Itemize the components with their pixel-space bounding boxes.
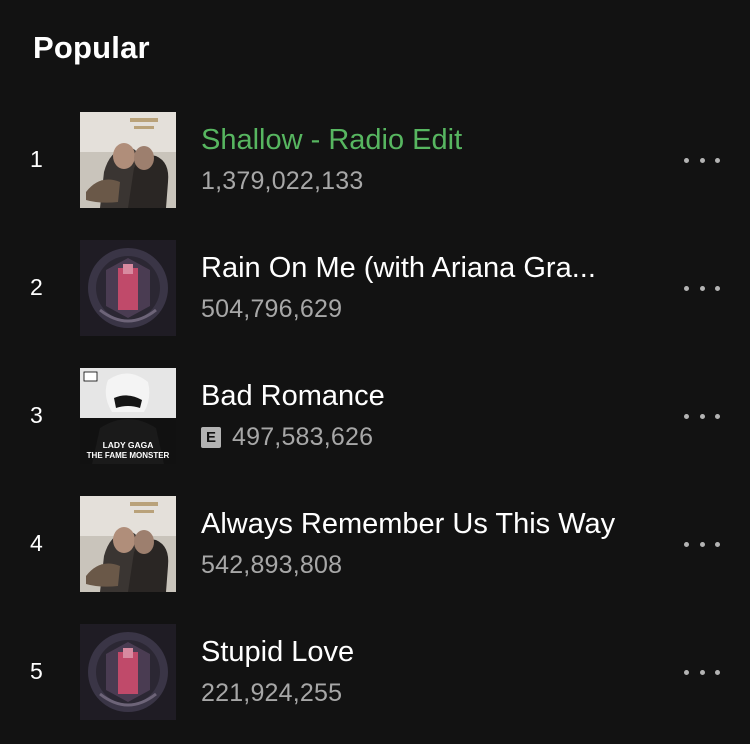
cover-text: LADY GAGA	[103, 440, 154, 450]
album-cover-chromatica	[80, 624, 176, 720]
track-number: 4	[30, 530, 43, 556]
dot	[684, 285, 689, 291]
track-number: 1	[30, 146, 43, 172]
track-meta: 504,796,629	[201, 294, 342, 324]
play-count: 221,924,255	[201, 678, 343, 707]
play-count: 1,379,022,133	[201, 166, 364, 195]
play-count: 504,796,629	[201, 294, 343, 323]
track-meta: 542,893,808	[201, 550, 342, 580]
track-row[interactable]: 2 Rain On Me (with Ariana Gra... 504,796…	[0, 232, 750, 360]
dot	[699, 413, 705, 419]
album-cover-a-star-is-born	[80, 112, 176, 208]
album-cover-a-star-is-born	[80, 496, 176, 592]
more-options-icon[interactable]	[684, 276, 720, 300]
track-title[interactable]: Shallow - Radio Edit	[201, 122, 651, 158]
section-title: Popular	[33, 30, 150, 65]
track-row[interactable]: 3 LADY GAGA THE FAME MONSTER Bad Romance…	[0, 360, 750, 488]
track-number: 3	[30, 402, 43, 428]
track-meta: 221,924,255	[201, 678, 342, 708]
dot	[684, 669, 689, 675]
play-count: 542,893,808	[201, 550, 343, 579]
dot	[715, 285, 720, 291]
dot	[715, 157, 720, 163]
dot	[715, 669, 720, 675]
dot	[684, 541, 689, 547]
dot	[699, 157, 705, 163]
more-options-icon[interactable]	[684, 148, 720, 172]
dot	[684, 413, 689, 419]
dot	[684, 157, 689, 163]
dot	[715, 541, 720, 547]
track-title[interactable]: Bad Romance	[201, 378, 651, 414]
dot	[699, 669, 705, 675]
dot	[715, 413, 720, 419]
track-row[interactable]: 5 Stupid Love 221,924,255	[0, 616, 750, 744]
cover-text: THE FAME MONSTER	[87, 451, 170, 460]
play-count: 497,583,626	[232, 422, 374, 451]
track-title[interactable]: Stupid Love	[201, 634, 651, 670]
track-number: 2	[30, 274, 43, 300]
track-row[interactable]: 4 Always Remember Us This Way 542,893,80…	[0, 488, 750, 616]
track-title[interactable]: Always Remember Us This Way	[201, 506, 651, 542]
more-options-icon[interactable]	[684, 404, 720, 428]
explicit-badge: E	[201, 426, 221, 448]
album-cover-chromatica	[80, 240, 176, 336]
track-number: 5	[30, 658, 43, 684]
dot	[699, 285, 705, 291]
more-options-icon[interactable]	[684, 660, 720, 684]
track-title[interactable]: Rain On Me (with Ariana Gra...	[201, 250, 641, 286]
track-row[interactable]: 1 Shallow - Radio Edit 1,379,022,133	[0, 104, 750, 232]
track-meta: 1,379,022,133	[201, 166, 363, 196]
more-options-icon[interactable]	[684, 532, 720, 556]
dot	[699, 541, 705, 547]
track-meta: E 497,583,626	[201, 422, 373, 452]
track-list: 1 Shallow - Radio Edit 1,379,022,133 2 R…	[0, 104, 750, 744]
album-cover-the-fame-monster: LADY GAGA THE FAME MONSTER	[80, 368, 176, 464]
